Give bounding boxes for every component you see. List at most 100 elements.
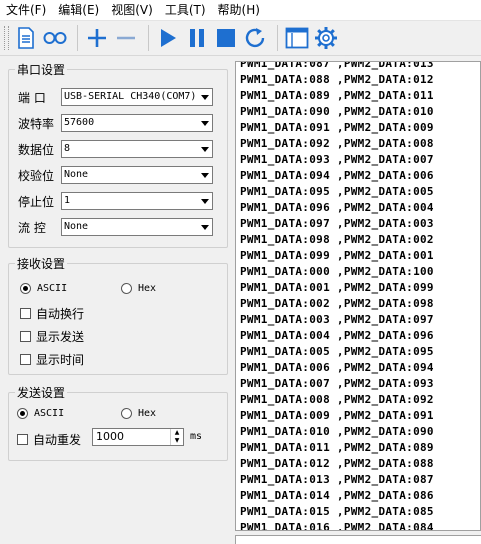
output-line: PWM1_DATA:099 ,PWM2_DATA:001: [240, 249, 434, 262]
output-line: PWM1_DATA:091 ,PWM2_DATA:009: [240, 121, 434, 134]
refresh-icon: [245, 28, 265, 48]
data-bits-label: 数据位: [18, 143, 55, 157]
chevron-down-icon: [198, 167, 212, 183]
receive-output[interactable]: PWM1_DATA:087 ,PWM2_DATA:013 PWM1_DATA:08…: [235, 61, 481, 531]
parity-select[interactable]: None: [61, 166, 213, 184]
resend-interval-input[interactable]: 1000 ▲ ▼: [92, 428, 184, 446]
toolbar-grip[interactable]: [4, 26, 9, 50]
baud-rate-value: 57600: [64, 117, 95, 128]
port-select[interactable]: USB-SERIAL CH340(COM7): [61, 88, 213, 106]
output-line: PWM1_DATA:000 ,PWM2_DATA:100: [240, 265, 434, 278]
menu-bar: 文件(F) 编辑(E) 视图(V) 工具(T) 帮助(H): [0, 0, 481, 21]
receive-hex-radio[interactable]: Hex: [121, 283, 156, 294]
stop-bits-label: 停止位: [18, 195, 55, 209]
settings-button[interactable]: [313, 25, 339, 51]
show-time-label: 显示时间: [36, 353, 85, 367]
start-button[interactable]: [155, 25, 181, 51]
stop-button[interactable]: [213, 25, 239, 51]
show-time-checkbox[interactable]: 显示时间: [20, 351, 84, 368]
show-sent-checkbox[interactable]: 显示发送: [20, 328, 84, 345]
checkbox-box: [20, 308, 31, 319]
menu-view[interactable]: 视图(V): [105, 0, 159, 20]
toolbar-separator: [148, 25, 149, 51]
output-line: PWM1_DATA:093 ,PWM2_DATA:007: [240, 153, 434, 166]
data-bits-select[interactable]: 8: [61, 140, 213, 158]
flow-control-value: None: [64, 221, 89, 232]
gear-icon: [315, 27, 337, 49]
receive-ascii-radio[interactable]: ASCII: [20, 283, 67, 294]
chevron-down-icon: [198, 141, 212, 157]
pause-button[interactable]: [184, 25, 210, 51]
output-line: PWM1_DATA:001 ,PWM2_DATA:099: [240, 281, 434, 294]
output-line: PWM1_DATA:016 ,PWM2_DATA:084: [240, 521, 434, 531]
interval-unit: ms: [190, 431, 203, 442]
send-settings-title: 发送设置: [17, 386, 66, 400]
auto-wrap-label: 自动换行: [36, 307, 85, 321]
pause-icon: [190, 29, 204, 47]
serial-settings-title: 串口设置: [17, 63, 66, 77]
checkbox-box: [17, 434, 28, 445]
checkbox-box: [20, 354, 31, 365]
radio-dot: [121, 283, 132, 294]
auto-resend-label: 自动重发: [33, 433, 82, 447]
send-ascii-radio[interactable]: ASCII: [17, 408, 64, 419]
window-icon: [285, 27, 309, 49]
plus-icon: [88, 29, 106, 47]
auto-resend-checkbox[interactable]: 自动重发: [17, 431, 81, 448]
output-line: PWM1_DATA:096 ,PWM2_DATA:004: [240, 201, 434, 214]
checkbox-box: [20, 331, 31, 342]
menu-file[interactable]: 文件(F): [0, 0, 52, 20]
chevron-down-icon: [198, 115, 212, 131]
document-icon: [18, 27, 34, 49]
output-lines: PWM1_DATA:087 ,PWM2_DATA:013 PWM1_DATA:08…: [240, 62, 434, 531]
output-line: PWM1_DATA:014 ,PWM2_DATA:086: [240, 489, 434, 502]
output-line: PWM1_DATA:003 ,PWM2_DATA:097: [240, 313, 434, 326]
window-button[interactable]: [284, 25, 310, 51]
flow-control-label: 流 控: [18, 221, 46, 235]
chevron-down-icon[interactable]: ▼: [171, 437, 183, 445]
add-button[interactable]: [84, 25, 110, 51]
send-ascii-label: ASCII: [34, 408, 65, 419]
baud-rate-label: 波特率: [18, 117, 55, 131]
send-settings-group: 发送设置: [8, 384, 228, 461]
menu-edit[interactable]: 编辑(E): [52, 0, 105, 20]
link-icon: [43, 32, 67, 44]
toolbar: [0, 21, 481, 56]
remove-button[interactable]: [113, 25, 139, 51]
output-line: PWM1_DATA:095 ,PWM2_DATA:005: [240, 185, 434, 198]
output-line: PWM1_DATA:098 ,PWM2_DATA:002: [240, 233, 434, 246]
output-line: PWM1_DATA:008 ,PWM2_DATA:092: [240, 393, 434, 406]
output-line: PWM1_DATA:004 ,PWM2_DATA:096: [240, 329, 434, 342]
output-line: PWM1_DATA:012 ,PWM2_DATA:088: [240, 457, 434, 470]
stop-bits-select[interactable]: 1: [61, 192, 213, 210]
connect-button[interactable]: [42, 25, 68, 51]
port-label: 端 口: [18, 91, 46, 105]
toolbar-separator: [77, 25, 78, 51]
send-hex-radio[interactable]: Hex: [121, 408, 156, 419]
auto-wrap-checkbox[interactable]: 自动换行: [20, 305, 84, 322]
radio-dot: [121, 408, 132, 419]
new-document-button[interactable]: [13, 25, 39, 51]
radio-dot: [20, 283, 31, 294]
output-line: PWM1_DATA:015 ,PWM2_DATA:085: [240, 505, 434, 518]
chevron-up-icon[interactable]: ▲: [171, 429, 183, 437]
output-line: PWM1_DATA:005 ,PWM2_DATA:095: [240, 345, 434, 358]
resend-interval-value: 1000: [96, 430, 124, 443]
baud-rate-select[interactable]: 57600: [61, 114, 213, 132]
parity-label: 校验位: [18, 169, 55, 183]
output-line: PWM1_DATA:006 ,PWM2_DATA:094: [240, 361, 434, 374]
show-sent-label: 显示发送: [36, 330, 85, 344]
port-value: USB-SERIAL CH340(COM7): [64, 91, 197, 102]
flow-control-select[interactable]: None: [61, 218, 213, 236]
menu-help[interactable]: 帮助(H): [212, 0, 266, 20]
receive-ascii-label: ASCII: [37, 283, 68, 294]
minus-icon: [117, 36, 135, 40]
output-line: PWM1_DATA:090 ,PWM2_DATA:010: [240, 105, 434, 118]
output-line: PWM1_DATA:002 ,PWM2_DATA:098: [240, 297, 434, 310]
menu-tools[interactable]: 工具(T): [159, 0, 212, 20]
receive-hex-label: Hex: [138, 283, 157, 294]
output-line: PWM1_DATA:088 ,PWM2_DATA:012: [240, 73, 434, 86]
refresh-button[interactable]: [242, 25, 268, 51]
output-line: PWM1_DATA:092 ,PWM2_DATA:008: [240, 137, 434, 150]
interval-stepper[interactable]: ▲ ▼: [170, 429, 183, 445]
